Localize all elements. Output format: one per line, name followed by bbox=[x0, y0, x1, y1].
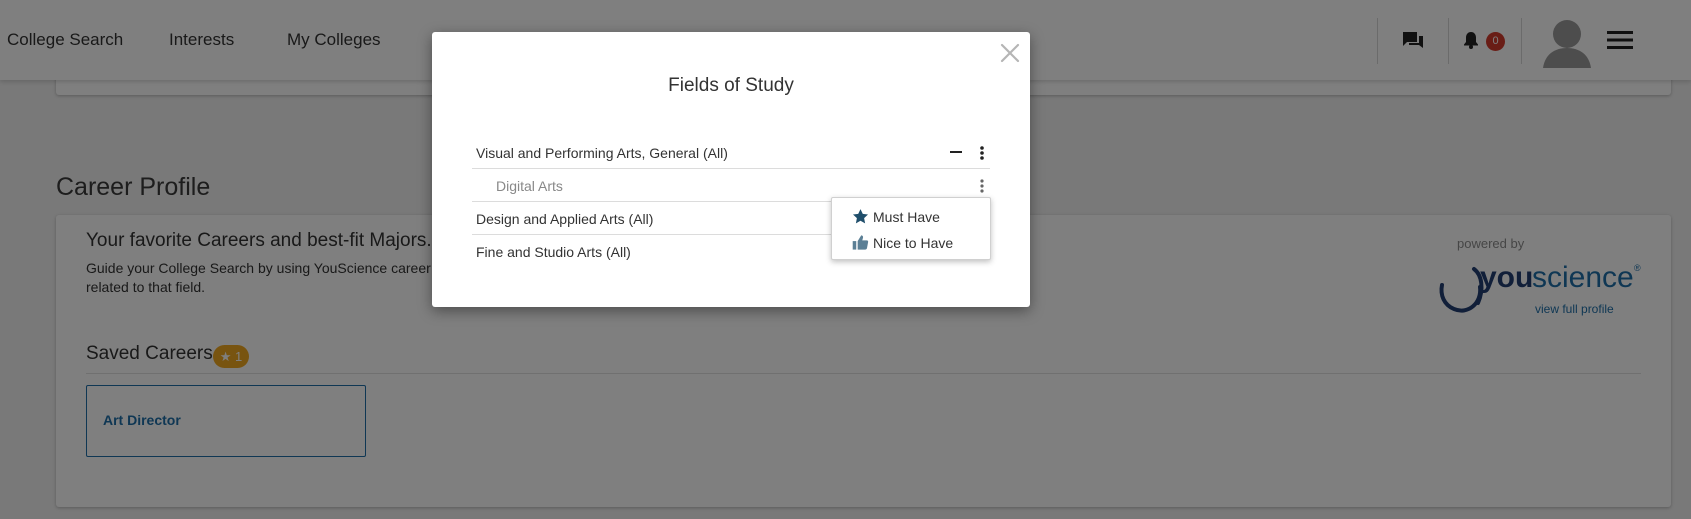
field-label: Fine and Studio Arts (All) bbox=[476, 244, 631, 260]
star-icon bbox=[852, 208, 869, 225]
field-row: Visual and Performing Arts, General (All… bbox=[472, 136, 990, 169]
remove-minus-icon[interactable] bbox=[948, 144, 964, 160]
close-icon[interactable] bbox=[999, 42, 1021, 64]
fields-of-study-modal: Fields of Study Visual and Performing Ar… bbox=[432, 32, 1030, 307]
more-options-icon[interactable] bbox=[976, 144, 988, 162]
must-have-option[interactable]: Must Have bbox=[852, 206, 982, 228]
must-have-label: Must Have bbox=[873, 209, 940, 225]
field-label: Digital Arts bbox=[496, 178, 563, 194]
field-label: Visual and Performing Arts, General (All… bbox=[476, 145, 728, 161]
modal-title: Fields of Study bbox=[668, 75, 794, 96]
priority-dropdown-menu: Must Have Nice to Have bbox=[831, 197, 991, 260]
field-label: Design and Applied Arts (All) bbox=[476, 211, 654, 227]
nice-to-have-label: Nice to Have bbox=[873, 235, 954, 251]
thumbs-up-icon bbox=[852, 234, 869, 251]
nice-to-have-option[interactable]: Nice to Have bbox=[852, 232, 982, 254]
more-options-icon[interactable] bbox=[976, 177, 988, 195]
